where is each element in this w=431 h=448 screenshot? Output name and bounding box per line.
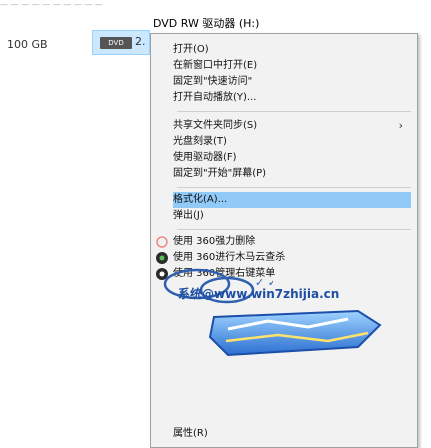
- menu-separator: [177, 111, 411, 112]
- menu-item-360-trojan-scan[interactable]: 使用 360进行木马云查杀: [173, 250, 411, 266]
- menu-item-eject[interactable]: 弹出(J): [173, 208, 411, 224]
- menu-item-use-drive[interactable]: 使用驱动器(F): [173, 150, 411, 166]
- submenu-arrow-icon: ›: [398, 119, 403, 132]
- menu-item-pin-start[interactable]: 固定到"开始"屏幕(P): [173, 166, 411, 182]
- menu-separator: [177, 229, 411, 230]
- 360-scan-icon: [156, 252, 168, 264]
- menu-item-360-force-delete[interactable]: 使用 360强力删除: [173, 234, 411, 250]
- menu-item-share-sync[interactable]: 共享文件夹同步(S) ›: [173, 118, 411, 134]
- left-drive-size: 100 GB: [7, 38, 48, 51]
- menu-item-properties[interactable]: 属性(R): [173, 426, 411, 442]
- 360-delete-icon: [156, 236, 168, 248]
- explorer-top-partial-text: — — — — — — — — — —: [0, 0, 103, 9]
- dvd-drive-icon: DVD: [100, 37, 132, 49]
- menu-separator: [177, 187, 411, 188]
- menu-item-pin-quick-access[interactable]: 固定到"快速访问": [173, 74, 411, 90]
- menu-item-burn-disc[interactable]: 光盘刻录(T): [173, 134, 411, 150]
- selected-drive-item[interactable]: DVD 2.: [92, 30, 150, 55]
- drive-title: DVD RW 驱动器 (H:): [153, 17, 260, 30]
- menu-item-format[interactable]: 格式化(A)...: [173, 192, 411, 208]
- menu-item-open[interactable]: 打开(O): [173, 42, 411, 58]
- menu-item-open-new-window[interactable]: 在新窗口中打开(E): [173, 58, 411, 74]
- menu-item-autoplay[interactable]: 打开自动播放(Y)...: [173, 90, 411, 106]
- drive-size-partial: 2.: [135, 35, 146, 48]
- context-menu: 打开(O) 在新窗口中打开(E) 固定到"快速访问" 打开自动播放(Y)... …: [150, 33, 418, 448]
- watermark-logo-banner: [208, 309, 382, 357]
- watermark-url: 系统@www.win7zhijia.cn: [178, 287, 340, 301]
